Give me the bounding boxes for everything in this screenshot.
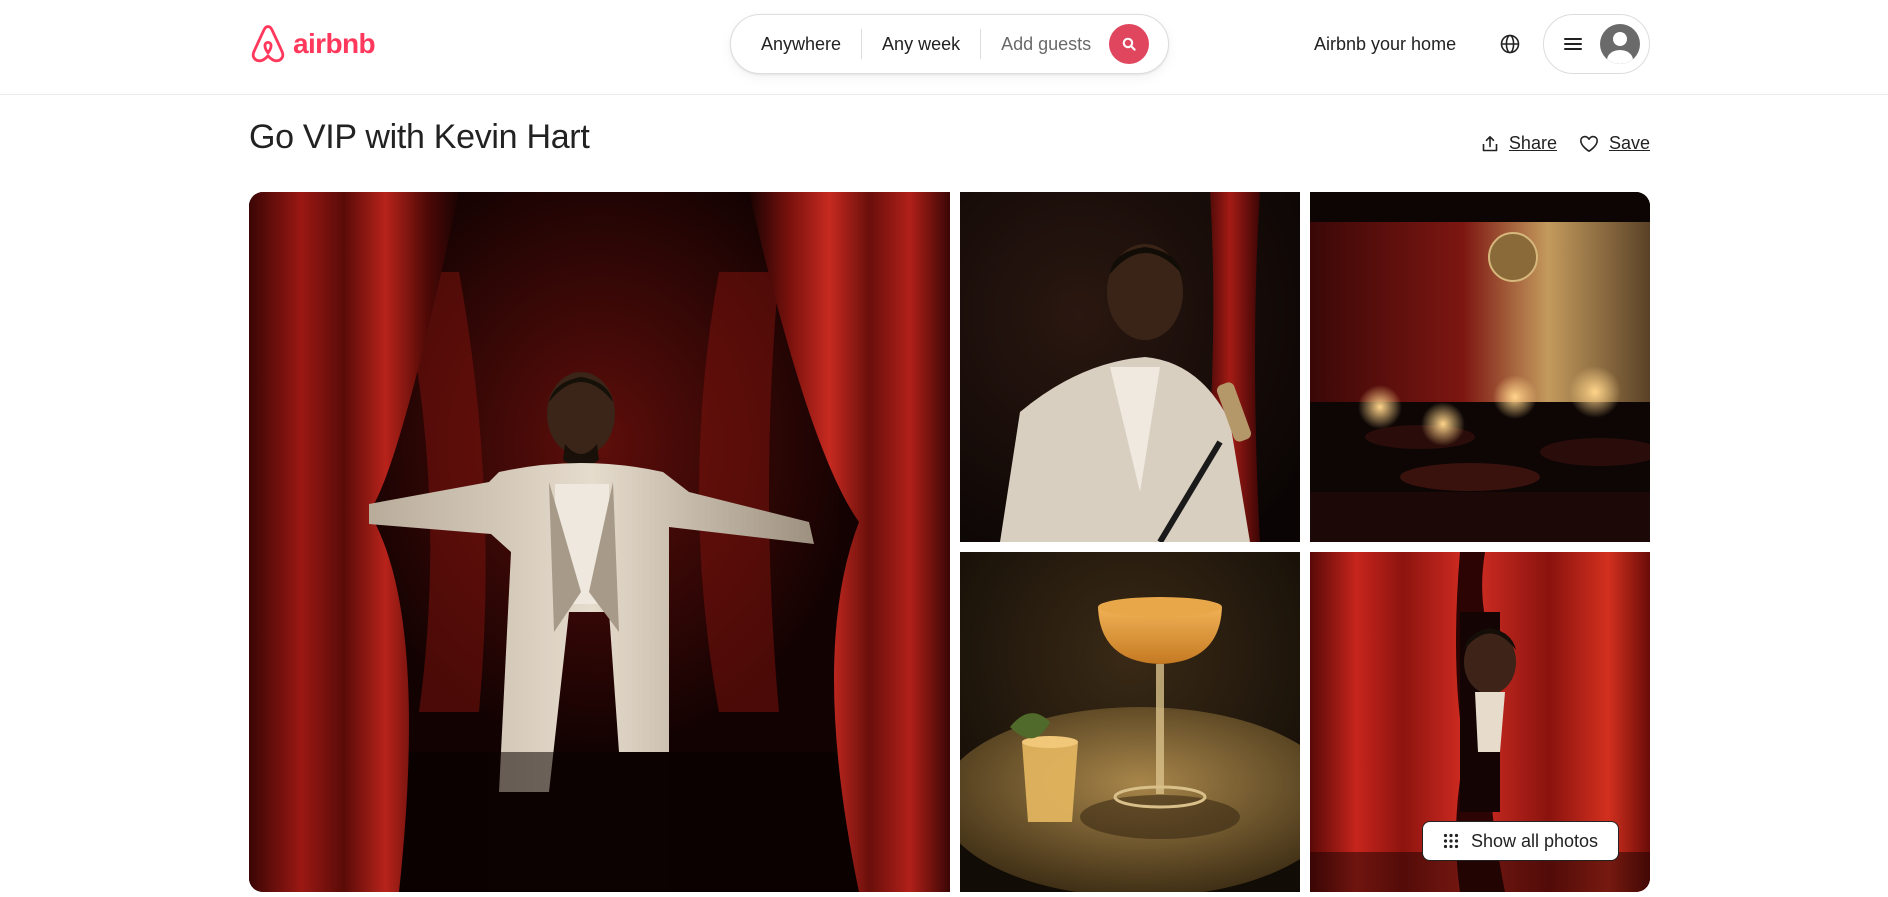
gallery-photo-2[interactable] <box>960 192 1300 542</box>
search-bar[interactable]: Anywhere Any week Add guests <box>730 14 1169 74</box>
photo-gallery: Show all photos <box>249 192 1650 892</box>
logo-wordmark: airbnb <box>293 28 376 59</box>
heart-icon <box>1579 135 1598 152</box>
photo-curtain-stage <box>249 192 950 892</box>
gallery-photo-3[interactable] <box>1310 192 1650 542</box>
search-icon <box>1122 37 1136 51</box>
share-label: Share <box>1508 133 1557 153</box>
airbnb-your-home-link[interactable]: Airbnb your home <box>1306 24 1464 64</box>
top-navigation: airbnb Anywhere Any week Add guests Airb… <box>0 0 1888 95</box>
grid-dots-icon <box>1443 833 1459 849</box>
gallery-photo-4[interactable] <box>960 552 1300 892</box>
airbnb-logo-icon <box>251 25 285 63</box>
share-button[interactable]: Share <box>1481 133 1557 154</box>
photo-cocktails <box>960 552 1300 892</box>
save-label: Save <box>1608 133 1650 153</box>
language-button[interactable] <box>1490 24 1530 64</box>
search-location-button[interactable]: Anywhere <box>731 14 861 74</box>
search-dates-button[interactable]: Any week <box>862 14 980 74</box>
hamburger-icon <box>1564 38 1582 50</box>
profile-menu-button[interactable] <box>1543 14 1650 74</box>
save-button[interactable]: Save <box>1579 133 1650 154</box>
search-submit-button[interactable] <box>1109 24 1150 64</box>
listing-actions: Share Save <box>1481 133 1650 154</box>
share-icon <box>1482 135 1498 151</box>
photo-microphone-portrait <box>960 192 1300 542</box>
gallery-photo-main[interactable] <box>249 192 950 892</box>
airbnb-logo[interactable]: airbnb <box>249 24 376 64</box>
photo-lounge-interior <box>1310 192 1650 542</box>
globe-icon <box>1500 34 1520 54</box>
show-all-photos-button[interactable]: Show all photos <box>1422 821 1619 861</box>
listing-title: Go VIP with Kevin Hart <box>249 118 590 156</box>
user-avatar-icon <box>1600 24 1640 64</box>
search-guests-button[interactable]: Add guests <box>981 14 1111 74</box>
show-all-photos-label: Show all photos <box>1470 830 1599 851</box>
